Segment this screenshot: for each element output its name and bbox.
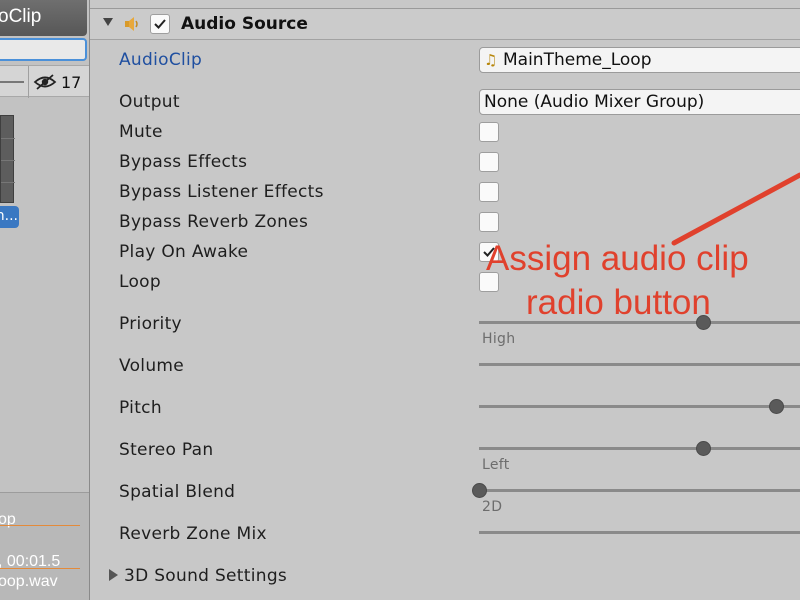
pitch-slider[interactable] xyxy=(479,399,800,414)
asset-preview-footer: op , 00:01.5 oop.wav xyxy=(0,492,89,600)
annotation-text-line1: Assign audio clip xyxy=(486,239,749,278)
output-value: None (Audio Mixer Group) xyxy=(484,92,705,112)
bypass-listener-effects-checkbox[interactable] xyxy=(479,182,499,202)
selected-asset-item[interactable]: n... xyxy=(0,206,19,228)
panel-tab-title: oClip xyxy=(0,6,42,27)
output-dropdown[interactable]: None (Audio Mixer Group) xyxy=(479,89,800,115)
priority-caption: High xyxy=(482,331,516,347)
reverb-zone-mix-label: Reverb Zone Mix xyxy=(119,524,267,544)
clip-file-name: oop.wav xyxy=(0,573,58,590)
priority-label: Priority xyxy=(119,314,182,334)
waveform-line xyxy=(0,568,80,569)
grid-line xyxy=(1,160,15,161)
loop-label: Loop xyxy=(119,272,161,292)
asset-preview-block xyxy=(0,115,15,203)
audioclip-value: MainTheme_Loop xyxy=(503,50,652,70)
spatial-blend-slider[interactable] xyxy=(472,483,800,498)
component-header[interactable]: Audio Source xyxy=(90,8,800,40)
volume-label: Volume xyxy=(119,356,185,376)
bypass-reverb-zones-checkbox[interactable] xyxy=(479,212,499,232)
3d-sound-settings-foldout[interactable]: 3D Sound Settings xyxy=(124,566,287,586)
component-enabled-checkbox[interactable] xyxy=(150,14,170,34)
hidden-count: 17 xyxy=(61,72,82,92)
annotation-text-line2: radio button xyxy=(526,283,711,322)
spatial-blend-label: Spatial Blend xyxy=(119,482,236,502)
stereo-pan-slider-thumb[interactable] xyxy=(696,441,711,456)
pitch-label: Pitch xyxy=(119,398,162,418)
stereo-pan-slider[interactable] xyxy=(479,441,800,456)
mute-checkbox[interactable] xyxy=(479,122,499,142)
bypass-listener-effects-label: Bypass Listener Effects xyxy=(119,182,324,202)
hidden-objects-toggle[interactable]: 17 xyxy=(33,69,89,95)
stereo-pan-label: Stereo Pan xyxy=(119,440,214,460)
bypass-reverb-zones-label: Bypass Reverb Zones xyxy=(119,212,309,232)
mute-label: Mute xyxy=(119,122,163,142)
waveform-line xyxy=(0,525,80,526)
search-input[interactable] xyxy=(0,38,87,61)
collapse-arrow-icon[interactable] xyxy=(103,18,113,26)
panel-tab[interactable]: oClip xyxy=(0,0,87,36)
clip-name: op xyxy=(0,511,16,528)
eye-hidden-icon xyxy=(33,74,57,90)
panel-toolbar: 17 xyxy=(0,65,89,98)
spatial-blend-caption: 2D xyxy=(482,499,503,515)
toolbar-divider xyxy=(28,66,29,98)
pitch-slider-thumb[interactable] xyxy=(769,399,784,414)
foldout-arrow-icon[interactable] xyxy=(109,569,118,581)
zoom-slider[interactable] xyxy=(0,81,24,83)
speaker-icon xyxy=(125,17,138,31)
bypass-effects-label: Bypass Effects xyxy=(119,152,248,172)
output-label: Output xyxy=(119,92,180,112)
play-on-awake-label: Play On Awake xyxy=(119,242,249,262)
bypass-effects-checkbox[interactable] xyxy=(479,152,499,172)
spatial-blend-slider-thumb[interactable] xyxy=(472,483,487,498)
project-panel: oClip 17 n... op , 00:01.5 oop.wav xyxy=(0,0,90,600)
checkmark-icon xyxy=(154,19,166,29)
audioclip-field[interactable]: ♫ MainTheme_Loop xyxy=(479,47,800,73)
component-title: Audio Source xyxy=(181,14,308,34)
grid-line xyxy=(1,138,15,139)
volume-slider[interactable] xyxy=(479,363,800,366)
reverb-zone-mix-slider[interactable] xyxy=(479,531,800,534)
stereo-pan-caption: Left xyxy=(482,457,510,473)
grid-line xyxy=(1,182,15,183)
music-note-icon: ♫ xyxy=(484,51,498,69)
audioclip-label: AudioClip xyxy=(119,50,203,70)
